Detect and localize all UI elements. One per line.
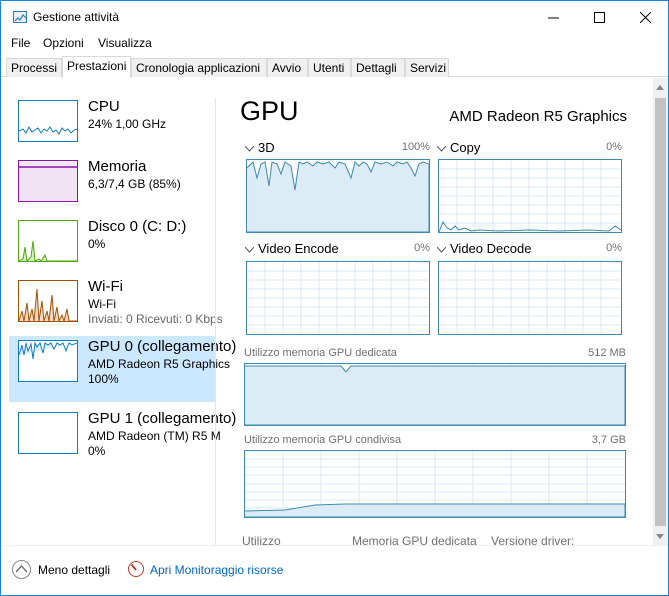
tab-app-history[interactable]: Cronologia applicazioni	[131, 58, 267, 77]
less-details-label[interactable]: Meno dettagli	[38, 563, 110, 577]
dedicated-memory-label: Utilizzo memoria GPU dedicata	[244, 347, 397, 359]
menu-view[interactable]: Visualizza	[98, 36, 152, 50]
gpu-detail-panel: GPU AMD Radeon R5 Graphics 3D 100% Copy …	[216, 78, 653, 548]
less-details-button[interactable]	[12, 560, 31, 579]
task-manager-window: Gestione attività File Opzioni Visualizz…	[0, 0, 669, 596]
chevron-down-icon	[244, 145, 255, 152]
cpu-thumbnail	[18, 100, 78, 142]
tab-startup[interactable]: Avvio	[267, 58, 308, 77]
chevron-down-icon	[436, 145, 447, 152]
scroll-up-icon[interactable]	[656, 85, 664, 90]
chevron-up-icon	[16, 565, 27, 573]
shared-memory-max: 3,7 GB	[591, 434, 626, 446]
resource-detail: Wi-Fi	[88, 297, 116, 311]
resource-detail: 24% 1,00 GHz	[88, 117, 167, 131]
maximize-icon	[593, 11, 605, 23]
shared-memory-label: Utilizzo memoria GPU condivisa	[244, 434, 402, 446]
disk-thumbnail	[18, 220, 78, 262]
resource-name: CPU	[88, 98, 120, 115]
footer-bar: Meno dettagli Apri Monitoraggio risorse	[1, 545, 668, 595]
resource-gpu-1[interactable]: GPU 1 (collegamento) AMD Radeon (TM) R5 …	[9, 408, 236, 470]
resource-name: Disco 0 (C: D:)	[88, 218, 187, 235]
task-manager-icon	[13, 11, 27, 23]
resource-cpu[interactable]: CPU 24% 1,00 GHz	[9, 96, 216, 158]
gpu1-thumbnail	[18, 412, 78, 454]
window-title: Gestione attività	[33, 10, 120, 24]
dedicated-memory-max: 512 MB	[588, 347, 626, 359]
engine-max-video-encode: 0%	[414, 242, 430, 254]
scroll-down-icon[interactable]	[656, 534, 664, 539]
tab-performance[interactable]: Prestazioni	[62, 56, 131, 78]
resource-detail: 6,3/7,4 GB (85%)	[88, 177, 181, 191]
engine-label-3d[interactable]: 3D	[244, 140, 275, 155]
maximize-button[interactable]	[576, 1, 622, 33]
gpu-model-name: AMD Radeon R5 Graphics	[449, 108, 627, 125]
memory-thumbnail	[18, 160, 78, 202]
menu-bar: File Opzioni Visualizza	[1, 33, 668, 53]
resource-name: Memoria	[88, 158, 147, 175]
close-button[interactable]	[622, 1, 668, 33]
chart-dedicated-memory	[244, 363, 626, 426]
resource-name: Wi-Fi	[88, 278, 123, 295]
tab-users[interactable]: Utenti	[308, 58, 351, 77]
engine-max-video-decode: 0%	[606, 242, 622, 254]
title-bar[interactable]: Gestione attività	[1, 1, 668, 33]
resource-detail: AMD Radeon (TM) R5 M	[88, 429, 221, 443]
open-resource-monitor-link[interactable]: Apri Monitoraggio risorse	[150, 563, 283, 577]
minimize-button[interactable]	[530, 1, 576, 33]
chevron-down-icon	[436, 246, 447, 253]
page-title: GPU	[240, 96, 299, 126]
wifi-thumbnail	[18, 280, 78, 322]
menu-options[interactable]: Opzioni	[43, 36, 84, 50]
resource-detail: 0%	[88, 237, 106, 251]
resource-detail: AMD Radeon R5 Graphics	[88, 357, 231, 371]
chart-shared-memory	[244, 450, 626, 518]
tab-processes[interactable]: Processi	[6, 58, 62, 77]
resource-detail-2: Inviati: 0 Ricevuti: 0 Kbps	[88, 312, 223, 326]
scroll-thumb[interactable]	[655, 98, 666, 526]
tab-services[interactable]: Servizi	[405, 58, 449, 77]
engine-label-video-decode[interactable]: Video Decode	[436, 241, 531, 256]
engine-max-copy: 0%	[606, 141, 622, 153]
resource-disk[interactable]: Disco 0 (C: D:) 0%	[9, 216, 216, 278]
chart-copy	[438, 159, 622, 233]
minimize-icon	[547, 17, 559, 18]
tab-details[interactable]: Dettagli	[351, 58, 405, 77]
resource-monitor-icon	[128, 561, 144, 577]
engine-label-video-encode[interactable]: Video Encode	[244, 241, 339, 256]
resource-detail-2: 100%	[88, 372, 119, 386]
vertical-scrollbar[interactable]	[653, 78, 668, 545]
close-icon	[639, 11, 651, 23]
resource-memory[interactable]: Memoria 6,3/7,4 GB (85%)	[9, 156, 216, 218]
tab-bar: Processi Prestazioni Cronologia applicaz…	[1, 56, 668, 78]
resource-list: CPU 24% 1,00 GHz Memoria 6,3/7,4 GB (85%…	[1, 78, 236, 545]
chart-3d	[246, 159, 430, 233]
chart-video-decode	[438, 261, 622, 335]
chevron-down-icon	[244, 246, 255, 253]
chart-video-encode	[246, 261, 430, 335]
resource-gpu-0[interactable]: GPU 0 (collegamento) AMD Radeon R5 Graph…	[9, 336, 236, 402]
resource-detail-2: 0%	[88, 444, 106, 458]
resource-wifi[interactable]: Wi-Fi Wi-Fi Inviati: 0 Ricevuti: 0 Kbps	[9, 276, 223, 338]
engine-max-3d: 100%	[401, 141, 430, 153]
menu-file[interactable]: File	[11, 36, 30, 50]
gpu0-thumbnail	[18, 340, 78, 382]
engine-label-copy[interactable]: Copy	[436, 140, 480, 155]
